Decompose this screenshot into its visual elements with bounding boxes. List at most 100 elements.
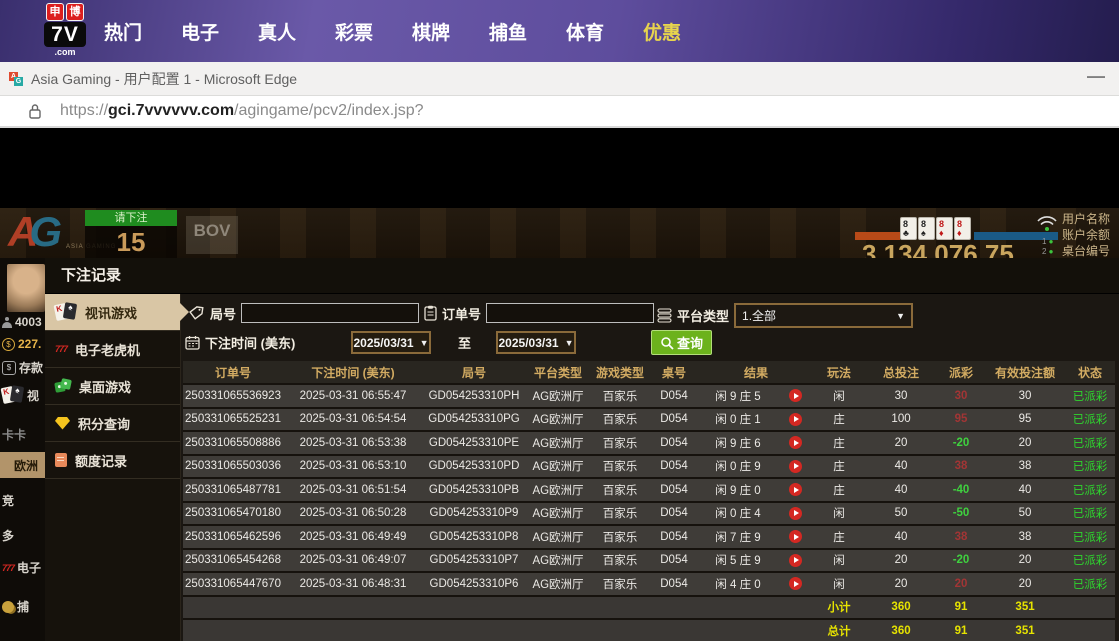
rail-item-label: 卡卡 [2, 426, 26, 443]
nav-item-3[interactable]: 真人 [257, 18, 297, 45]
cell-table-no: D054 [649, 478, 699, 502]
rail-item-9[interactable]: 777电子 [2, 559, 41, 576]
logo-badges: 申 博 [44, 3, 86, 21]
url-path: /agingame/pcv2/index.jsp? [234, 102, 423, 119]
edge-tab-favicon-icon: A G [9, 72, 23, 86]
sidebar-item-1[interactable]: K♠视讯游戏 [45, 294, 180, 331]
cell-status: 已派彩 [1065, 384, 1115, 408]
cell-replay [777, 502, 813, 526]
rail-item-1[interactable]: 4003 [2, 315, 42, 329]
date-to-picker[interactable]: 2025/03/31 ▼ [496, 331, 576, 354]
cell-status: 已派彩 [1065, 431, 1115, 455]
avatar[interactable] [7, 264, 45, 312]
cell-result: 闲 0 庄 1 [699, 408, 777, 432]
nav-item-2[interactable]: 电子 [180, 18, 220, 45]
search-button[interactable]: 查询 [651, 330, 712, 355]
site-logo[interactable]: 申 博 7V .com [44, 3, 86, 57]
dice-icon [55, 379, 71, 393]
rail-item-label: 227. [18, 337, 41, 351]
cell-replay [777, 572, 813, 596]
cell-play-type: 庄 [813, 408, 865, 432]
rail-item-5[interactable]: 卡卡 [2, 426, 26, 443]
rail-item-3[interactable]: $存款 [2, 359, 43, 376]
cell-platform: AG欧洲厅 [525, 525, 591, 549]
sidebar-item-3[interactable]: 桌面游戏 [45, 368, 180, 405]
nav-item-7[interactable]: 体育 [565, 18, 605, 45]
address-bar[interactable]: https://gci.7vvvvvv.com/agingame/pcv2/in… [0, 96, 1119, 128]
replay-button-icon[interactable] [789, 554, 802, 567]
rail-item-label: 多 [2, 527, 14, 544]
table-row: 2503310654625962025-03-31 06:49:49GD0542… [183, 525, 1115, 549]
rail-item-10[interactable]: 捕 [2, 598, 29, 615]
lock-icon[interactable] [28, 103, 42, 119]
rail-item-2[interactable]: $227. [2, 337, 41, 351]
table-row: 2503310655030362025-03-31 06:53:10GD0542… [183, 455, 1115, 479]
url-text[interactable]: https://gci.7vvvvvv.com/agingame/pcv2/in… [60, 102, 424, 120]
round-input[interactable] [241, 303, 419, 323]
replay-button-icon[interactable] [789, 413, 802, 426]
date-from-picker[interactable]: 2025/03/31 ▼ [351, 331, 431, 354]
cell-total-bet: 20 [865, 431, 937, 455]
cell-game-type: 百家乐 [591, 408, 649, 432]
cell-round-no: GD054253310P6 [423, 572, 525, 596]
platform-select[interactable]: 1.全部 ▼ [734, 303, 913, 328]
replay-button-icon[interactable] [789, 530, 802, 543]
rail-item-6[interactable]: 欧洲 [0, 452, 45, 478]
cell-table-no: D054 [649, 408, 699, 432]
cell-round-no: GD054253310PG [423, 408, 525, 432]
rail-item-4[interactable]: K♠视 [2, 385, 39, 405]
nav-item-5[interactable]: 棋牌 [411, 18, 451, 45]
replay-button-icon[interactable] [789, 436, 802, 449]
left-rail: 4003 $227. $存款 K♠视卡卡欧洲竞多 777电子捕 [0, 258, 45, 641]
replay-button-icon[interactable] [789, 507, 802, 520]
table-row: 2503310655252312025-03-31 06:54:54GD0542… [183, 408, 1115, 432]
table-row: 2503310654476702025-03-31 06:48:31GD0542… [183, 572, 1115, 596]
cell-round-no: GD054253310P8 [423, 525, 525, 549]
cell-round-no: GD054253310P9 [423, 502, 525, 526]
replay-button-icon[interactable] [789, 483, 802, 496]
cell-valid-bet: 95 [985, 408, 1065, 432]
cell-replay [777, 478, 813, 502]
table-row: 2503310655369232025-03-31 06:55:47GD0542… [183, 384, 1115, 408]
replay-button-icon[interactable] [789, 460, 802, 473]
scene-info-label: 桌台编号 [1062, 243, 1110, 258]
scene-info-label: 账户余额 [1062, 227, 1110, 243]
minimize-button[interactable]: — [1087, 66, 1105, 87]
card-back-icon: ♠ [10, 385, 24, 403]
cell-total-bet: 40 [865, 478, 937, 502]
cell-valid-bet: 30 [985, 384, 1065, 408]
slot-777-icon: 777 [55, 344, 67, 354]
column-header: 派彩 [937, 361, 985, 384]
column-header: 订单号 [183, 361, 283, 384]
nav-item-4[interactable]: 彩票 [334, 18, 374, 45]
cell-platform: AG欧洲厅 [525, 408, 591, 432]
cell-order-no: 250331065525231 [183, 408, 283, 432]
sidebar-item-label: 积分查询 [78, 414, 130, 433]
cell-payout: 20 [937, 572, 985, 596]
rail-item-7[interactable]: 竞 [2, 492, 14, 509]
cell-game-type: 百家乐 [591, 455, 649, 479]
replay-button-icon[interactable] [789, 577, 802, 590]
cell-bet-time: 2025-03-31 06:55:47 [283, 384, 423, 408]
order-input[interactable] [486, 303, 654, 323]
cell-total-payout: 91 [937, 619, 985, 641]
sidebar-item-2[interactable]: 777电子老虎机 [45, 331, 180, 368]
nav-item-1[interactable]: 热门 [103, 18, 143, 45]
cell-order-no: 250331065454268 [183, 549, 283, 573]
nav-item-6[interactable]: 捕鱼 [488, 18, 528, 45]
card-suit-icon: ♦ [939, 229, 952, 237]
cell-payout: -20 [937, 549, 985, 573]
rail-item-8[interactable]: 多 [2, 527, 14, 544]
cell-order-no: 250331065508886 [183, 431, 283, 455]
cell-platform: AG欧洲厅 [525, 478, 591, 502]
cell-total-bet: 50 [865, 502, 937, 526]
nav-item-8[interactable]: 优惠 [642, 18, 682, 45]
bov-sign: BOV [186, 216, 238, 254]
column-header: 桌号 [649, 361, 699, 384]
date-to-value: 2025/03/31 [499, 336, 559, 350]
sidebar-item-5[interactable]: 额度记录 [45, 442, 180, 479]
cell-total-bet: 20 [865, 549, 937, 573]
replay-button-icon[interactable] [789, 389, 802, 402]
column-header: 局号 [423, 361, 525, 384]
sidebar-item-4[interactable]: 积分查询 [45, 405, 180, 442]
